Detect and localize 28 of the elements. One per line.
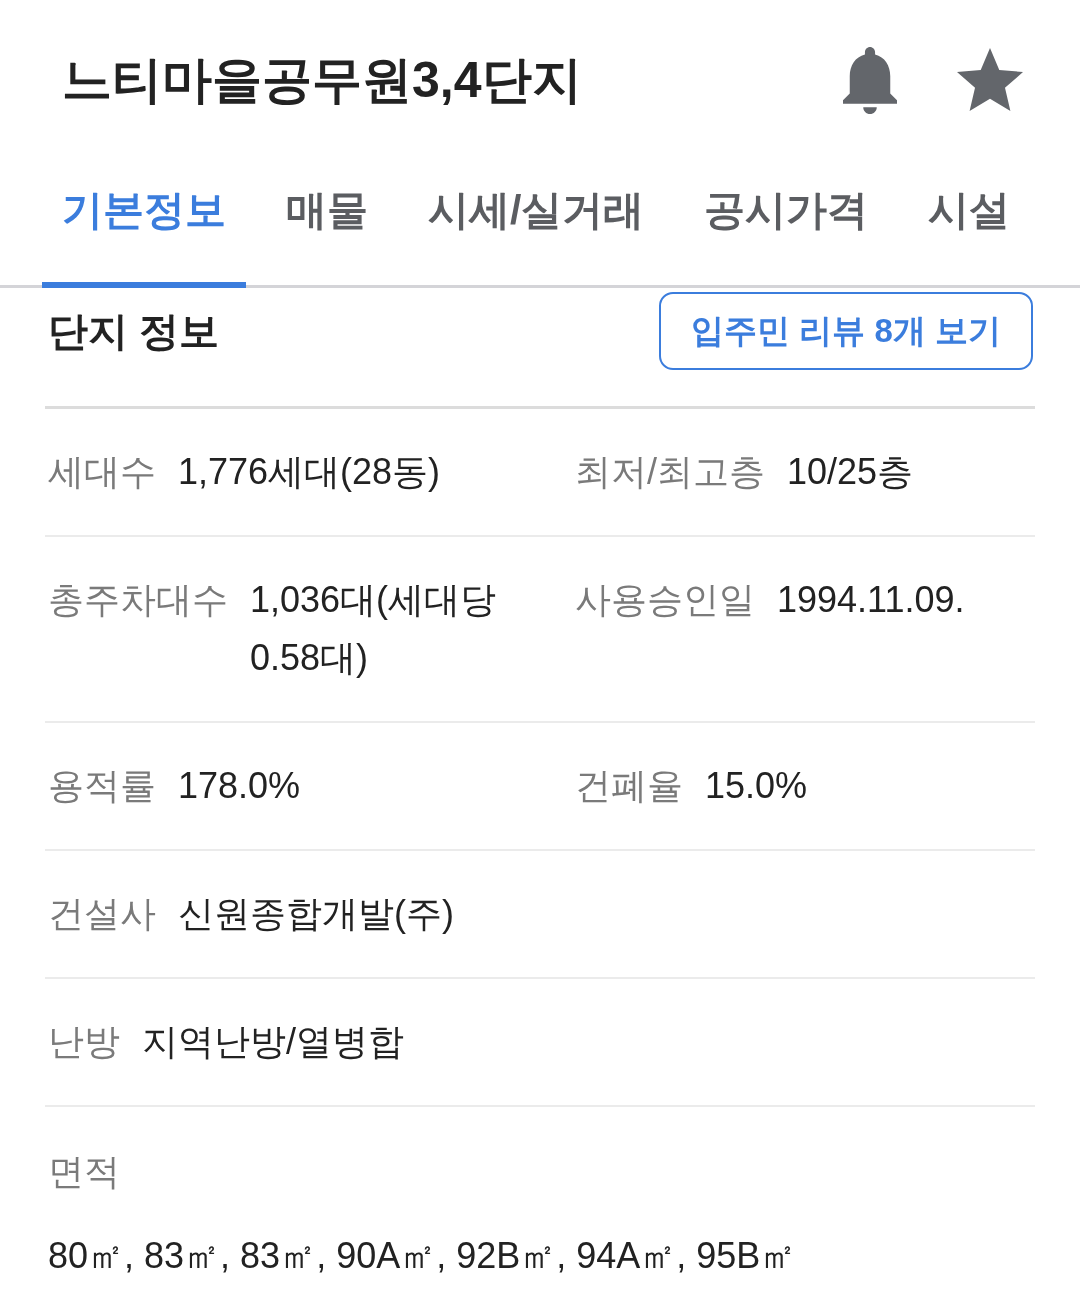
info-label: 총주차대수 (48, 578, 228, 622)
info-value: 신원종합개발(주) (178, 892, 455, 936)
info-value: 10/25층 (787, 450, 915, 494)
info-label: 사용승인일 (575, 578, 755, 622)
tab[interactable]: 공시가격 (684, 160, 889, 288)
info-label: 세대수 (48, 450, 156, 494)
info-label: 건설사 (48, 892, 156, 936)
bell-icon[interactable] (843, 46, 897, 114)
review-button[interactable]: 입주민 리뷰 8개 보기 (659, 292, 1033, 370)
complex-title: 느티마을공무원3,4단지 (62, 50, 582, 110)
info-value: 1994.11.09. (777, 578, 966, 622)
tab[interactable]: 매물 (266, 160, 388, 288)
tab[interactable]: 기본정보 (42, 160, 246, 288)
info-value: 178.0% (178, 764, 302, 808)
tab[interactable]: 시세/실거래 (408, 160, 665, 288)
info-value: 1,036대(세대당 0.58대) (250, 578, 498, 680)
info-value: 1,776세대(28동) (178, 450, 442, 494)
info-value: 지역난방/열병합 (142, 1020, 405, 1064)
tab[interactable]: 시설 (908, 160, 1031, 288)
star-icon[interactable] (957, 48, 1023, 112)
info-label: 용적률 (48, 764, 156, 808)
info-value: 15.0% (705, 764, 809, 808)
info-label: 건폐율 (575, 764, 683, 808)
info-label: 난방 (48, 1020, 120, 1064)
info-label: 최저/최고층 (575, 450, 765, 494)
section-title: 단지 정보 (48, 307, 220, 355)
info-value: 80㎡, 83㎡, 83㎡, 90A㎡, 92B㎡, 94A㎡, 95B㎡ (48, 1234, 798, 1278)
info-label: 면적 (48, 1150, 121, 1194)
